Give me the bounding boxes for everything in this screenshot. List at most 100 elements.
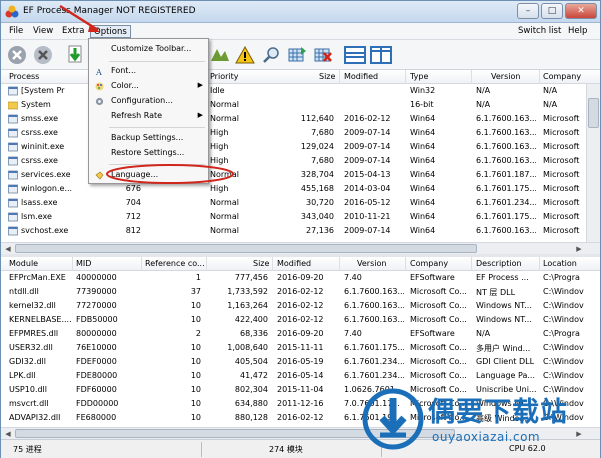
process-cell-type: Win32 — [410, 86, 436, 95]
module-row[interactable]: KERNELBASE.... FDB50000 10 422,400 2016-02-1… — [1, 313, 600, 327]
process-icon — [8, 170, 18, 180]
process-cell-size: 455,168 — [300, 184, 334, 193]
col-version[interactable]: Version — [357, 259, 386, 268]
module-cell-company: EFSoftware — [410, 273, 455, 282]
menu-file[interactable]: File — [6, 25, 26, 38]
module-cell-module: GDI32.dll — [9, 357, 46, 366]
process-cell-modified: 2010-11-21 — [344, 212, 391, 221]
module-cell-module: USP10.dll — [9, 385, 48, 394]
col-modified[interactable]: Modified — [277, 259, 311, 268]
col-description[interactable]: Description — [476, 259, 522, 268]
module-cell-size: 880,128 — [234, 413, 268, 422]
menu-switch-list[interactable]: Switch list — [515, 25, 564, 38]
module-row[interactable]: ntdll.dll 77390000 37 1,733,592 2016-02-12 6.… — [1, 285, 600, 299]
process-cell-version: 6.1.7600.163... — [476, 114, 536, 123]
module-cell-company: Microsoft Co... — [410, 371, 467, 380]
menu-item-backup-settings[interactable]: Backup Settings... — [89, 131, 208, 145]
module-cell-version: 6.1.7600.163... — [344, 287, 404, 296]
col-process[interactable]: Process — [9, 72, 39, 81]
stop-button[interactable] — [5, 43, 29, 67]
process-row[interactable]: winlogon.e... 676 High 455,168 2014-03-04 Win… — [1, 182, 600, 196]
minimize-button[interactable]: – — [517, 3, 539, 19]
col-company[interactable]: Company — [410, 259, 448, 268]
module-cell-description: Windows NT... — [476, 315, 532, 324]
arrow-down-icon — [68, 45, 82, 63]
menu-item-restore-settings[interactable]: Restore Settings... — [89, 146, 208, 160]
module-cell-ref: 10 — [190, 315, 201, 324]
close-button[interactable]: ✕ — [565, 3, 597, 19]
title-bar[interactable]: EF Process Manager NOT REGISTERED – □ ✕ — [1, 1, 600, 23]
module-cell-description: N/A — [476, 329, 491, 338]
col-module[interactable]: Module — [9, 259, 38, 268]
leaf-button[interactable] — [208, 43, 232, 67]
menu-item-configuration[interactable]: Configuration... — [89, 94, 208, 108]
col-version[interactable]: Version — [491, 72, 520, 81]
warning-button[interactable] — [233, 43, 257, 67]
col-mid[interactable]: MID — [76, 259, 91, 268]
col-reference-count[interactable]: Reference co... — [145, 259, 205, 268]
col-modified[interactable]: Modified — [344, 72, 378, 81]
menu-item-color[interactable]: Color... ▶ — [89, 79, 208, 93]
col-type[interactable]: Type — [410, 72, 428, 81]
menu-options[interactable]: Options — [90, 25, 131, 38]
module-cell-location: C:\Windov — [543, 287, 584, 296]
module-cell-version: 7.40 — [344, 329, 362, 338]
process-row[interactable]: lsass.exe 704 Normal 30,720 2016-05-12 Win64 6… — [1, 196, 600, 210]
col-location[interactable]: Location — [543, 259, 577, 268]
priority-down-button[interactable] — [63, 43, 87, 67]
module-cell-description: 多用户 Wind... — [476, 344, 531, 353]
process-icon — [8, 101, 18, 110]
col-size[interactable]: Size — [253, 259, 269, 268]
network-icon — [288, 47, 306, 62]
search-button[interactable] — [259, 43, 283, 67]
kill-tree-button[interactable] — [31, 43, 55, 67]
col-priority[interactable]: Priority — [210, 72, 238, 81]
module-cell-mid: FDB50000 — [76, 315, 118, 324]
module-row[interactable]: GDI32.dll FDEF0000 10 405,504 2016-05-19 6.1.… — [1, 355, 600, 369]
process-row[interactable]: lsm.exe 712 Normal 343,040 2010-11-21 Win64 6.… — [1, 210, 600, 224]
process-hscroll[interactable]: ◀ ▶ — [1, 242, 600, 254]
window-title: EF Process Manager NOT REGISTERED — [23, 6, 196, 16]
module-row[interactable]: USER32.dll 76E10000 10 1,008,640 2015-11-11 6… — [1, 341, 600, 355]
module-cell-size: 68,336 — [240, 329, 268, 338]
process-cell-company: Microsoft — [543, 226, 580, 235]
process-cell-process: lsass.exe — [21, 198, 58, 207]
col-size[interactable]: Size — [319, 72, 335, 81]
menu-item-refresh-rate[interactable]: Refresh Rate ▶ — [89, 109, 208, 123]
maximize-button[interactable]: □ — [541, 3, 563, 19]
menu-item-language[interactable]: Language... — [89, 168, 208, 182]
network-button[interactable] — [285, 43, 309, 67]
horizontal-layout-button[interactable] — [343, 43, 367, 67]
module-row[interactable]: LPK.dll FDE80000 10 41,472 2016-05-14 6.1.760… — [1, 369, 600, 383]
module-row[interactable]: EFPMRES.dll 80000000 2 68,336 2016-09-20 7.40… — [1, 327, 600, 341]
module-cell-version: 6.1.7601.234... — [344, 357, 404, 366]
process-cell-version: N/A — [476, 86, 491, 95]
module-row[interactable]: kernel32.dll 77270000 10 1,163,264 2016-02-1… — [1, 299, 600, 313]
process-cell-version: 6.1.7601.175... — [476, 184, 536, 193]
module-header: Module MID Reference co... Size Modified… — [1, 257, 600, 271]
col-company[interactable]: Company — [543, 72, 581, 81]
module-cell-modified: 2016-09-20 — [277, 329, 324, 338]
network-close-icon — [314, 48, 332, 62]
process-cell-company: Microsoft — [543, 142, 580, 151]
process-row[interactable]: svchost.exe 812 Normal 27,136 2009-07-14 Win6… — [1, 224, 600, 238]
menu-item-customize-toolbar[interactable]: Customize Toolbar... — [89, 42, 208, 56]
menu-extra[interactable]: Extra — [59, 25, 87, 38]
menu-item-font[interactable]: A Font... — [89, 64, 208, 78]
module-cell-version: 6.1.7601.175... — [344, 343, 404, 352]
module-cell-mid: FE680000 — [76, 413, 117, 422]
module-cell-mid: 40000000 — [76, 273, 117, 282]
process-cell-size: 343,040 — [300, 212, 334, 221]
module-row[interactable]: EFPrcMan.EXE 40000000 1 777,456 2016-09-20 7.… — [1, 271, 600, 285]
font-icon: A — [95, 68, 102, 76]
process-cell-company: Microsoft — [543, 114, 580, 123]
network-close-button[interactable] — [311, 43, 335, 67]
vertical-layout-button[interactable] — [369, 43, 393, 67]
submenu-arrow-icon: ▶ — [197, 81, 203, 89]
stop-icon — [8, 46, 26, 64]
process-vscroll[interactable] — [586, 84, 600, 242]
process-cell-version: N/A — [476, 100, 491, 109]
menu-view[interactable]: View — [30, 25, 56, 38]
process-cell-priority: Normal — [210, 100, 239, 109]
menu-help[interactable]: Help — [565, 25, 590, 38]
